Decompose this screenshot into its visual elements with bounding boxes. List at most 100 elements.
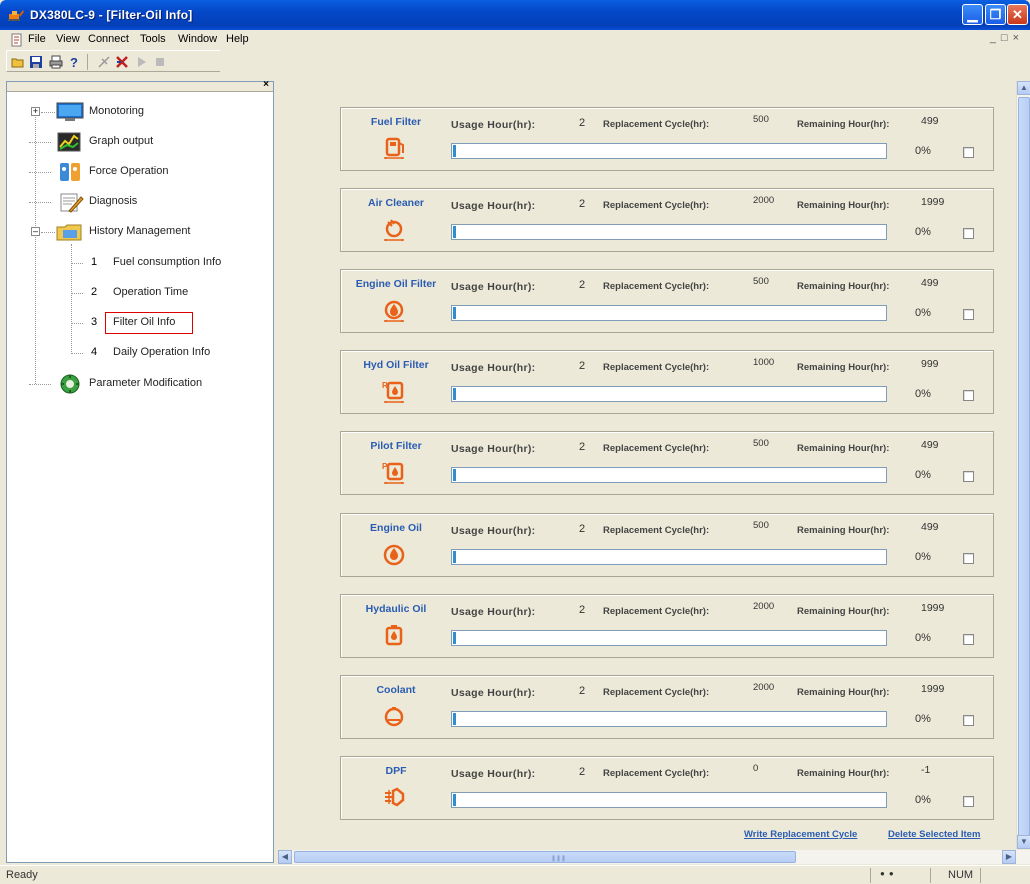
sub-item-filter-oil-info[interactable]: 3 Filter Oil Info (65, 312, 265, 334)
minimize-icon: ▁ (967, 7, 978, 22)
usage-progress-bar (451, 224, 887, 240)
tree-label: Monotoring (89, 105, 145, 117)
progress-fill (453, 713, 456, 725)
tree-label: Operation Time (113, 286, 189, 298)
dpf-icon (385, 787, 405, 807)
open-folder-icon[interactable] (11, 55, 25, 69)
replacement-cycle-label: Replacement Cycle(hr): (603, 362, 710, 373)
sub-item-daily-operation[interactable]: 4 Daily Operation Info (65, 342, 265, 364)
scroll-up-icon[interactable]: ▲ (1017, 81, 1030, 95)
horizontal-scrollbar[interactable]: ◀ ❚❚❚ ▶ (278, 850, 1030, 864)
navigation-tree-panel: × + Monotoring Graph output Force Operat… (6, 79, 274, 863)
filter-group: Coolant Usage Hour(hr): 2 Replacement Cycle… (340, 675, 994, 739)
select-checkbox[interactable] (963, 553, 974, 564)
print-icon[interactable] (49, 55, 63, 69)
play-icon[interactable] (135, 55, 149, 69)
tree-line (71, 293, 83, 294)
menu-view[interactable]: View (56, 33, 80, 45)
select-checkbox[interactable] (963, 715, 974, 726)
remaining-hour-label: Remaining Hour(hr): (797, 687, 890, 698)
status-separator (930, 868, 931, 883)
svg-text:R: R (382, 381, 388, 390)
select-checkbox[interactable] (963, 228, 974, 239)
menu-connect[interactable]: Connect (88, 33, 129, 45)
replacement-cycle-label: Replacement Cycle(hr): (603, 525, 710, 536)
title-bar: DX380LC-9 - [Filter-Oil Info] ▁ ❐ ✕ (0, 0, 1030, 30)
tree-line (29, 142, 51, 143)
select-checkbox[interactable] (963, 147, 974, 158)
close-button[interactable]: ✕ (1007, 4, 1028, 25)
tree-line (29, 384, 51, 385)
usage-progress-bar (451, 711, 887, 727)
menu-bar: File View Connect Tools Window Help _□× (0, 30, 1030, 50)
scroll-left-icon[interactable]: ◀ (278, 850, 292, 864)
tree-label: History Management (89, 225, 191, 237)
remaining-hour-value: 499 (921, 521, 939, 533)
usage-hour-value: 2 (579, 604, 586, 616)
sub-item-fuel-consumption[interactable]: 1 Fuel consumption Info (65, 252, 265, 274)
vertical-scrollbar[interactable]: ▲ ▼ (1016, 81, 1030, 849)
status-separator (980, 868, 981, 883)
tree-item-force-operation[interactable]: Force Operation (27, 161, 267, 183)
remaining-hour-label: Remaining Hour(hr): (797, 525, 890, 536)
filter-name: Fuel Filter (370, 116, 422, 128)
vertical-scroll-thumb[interactable] (1018, 97, 1030, 849)
expand-plus-icon[interactable]: + (31, 107, 40, 116)
menu-help[interactable]: Help (226, 33, 249, 45)
usage-progress-bar (451, 386, 887, 402)
stop-icon[interactable] (153, 55, 167, 69)
sub-item-number: 4 (91, 346, 98, 358)
help-icon[interactable]: ? (67, 55, 81, 69)
replacement-cycle-value: 2000 (753, 601, 775, 612)
remaining-hour-label: Remaining Hour(hr): (797, 443, 890, 454)
select-checkbox[interactable] (963, 309, 974, 320)
select-checkbox[interactable] (963, 390, 974, 401)
sub-item-operation-time[interactable]: 2 Operation Time (65, 282, 265, 304)
tree-label: Force Operation (89, 165, 169, 177)
replacement-cycle-value: 500 (753, 276, 769, 287)
tree-line (71, 353, 83, 354)
progress-fill (453, 794, 456, 806)
horizontal-scroll-thumb[interactable]: ❚❚❚ (294, 851, 796, 863)
remaining-hour-value: 1999 (921, 196, 945, 208)
tree-item-parameter-modification[interactable]: Parameter Modification (27, 373, 267, 395)
menu-tools[interactable]: Tools (140, 33, 166, 45)
select-checkbox[interactable] (963, 634, 974, 645)
progress-fill (453, 307, 456, 319)
scroll-down-icon[interactable]: ▼ (1017, 835, 1030, 849)
expand-minus-icon[interactable]: – (31, 227, 40, 236)
connect-icon[interactable] (97, 55, 111, 69)
select-checkbox[interactable] (963, 796, 974, 807)
progress-fill (453, 632, 456, 644)
num-lock-indicator: NUM (948, 869, 974, 881)
save-icon[interactable] (29, 55, 43, 69)
maximize-button[interactable]: ❐ (985, 4, 1006, 25)
filter-group: DPF Usage Hour(hr): 2 Replacement Cycle(hr)… (340, 756, 994, 820)
connection-indicator-icon: ●● (880, 869, 898, 878)
filter-group: Air Cleaner Usage Hour(hr): 2 Replacement C… (340, 188, 994, 252)
usage-progress-bar (451, 143, 887, 159)
sub-item-number: 3 (91, 316, 98, 328)
hydraulic-oil-icon (385, 625, 403, 646)
replacement-cycle-value: 2000 (753, 682, 775, 693)
tree-item-graph-output[interactable]: Graph output (27, 131, 267, 153)
disconnect-icon[interactable] (115, 55, 129, 69)
tree-line (41, 112, 55, 113)
tree-item-diagnosis[interactable]: Diagnosis (27, 191, 267, 213)
minimize-button[interactable]: ▁ (962, 4, 983, 25)
progress-fill (453, 145, 456, 157)
panel-close-icon[interactable]: × (263, 79, 269, 90)
filter-group: Fuel Filter Usage Hour(hr): 2 Replacement C… (340, 107, 994, 171)
menu-window[interactable]: Window (178, 33, 217, 45)
tree-item-history-management[interactable]: – History Management (27, 221, 267, 243)
delete-selected-item-link[interactable]: Delete Selected Item (888, 829, 980, 840)
scroll-right-icon[interactable]: ▶ (1002, 850, 1016, 864)
menu-file[interactable]: File (28, 33, 46, 45)
tree-item-monitoring[interactable]: + Monotoring (27, 101, 267, 123)
replacement-cycle-value: 0 (753, 763, 759, 774)
filter-group: Engine Oil Filter Usage Hour(hr): 2 Replace… (340, 269, 994, 333)
replacement-cycle-value: 2000 (753, 195, 775, 206)
mdi-window-controls[interactable]: _□× (990, 32, 1024, 44)
write-replacement-cycle-link[interactable]: Write Replacement Cycle (744, 829, 857, 840)
select-checkbox[interactable] (963, 471, 974, 482)
